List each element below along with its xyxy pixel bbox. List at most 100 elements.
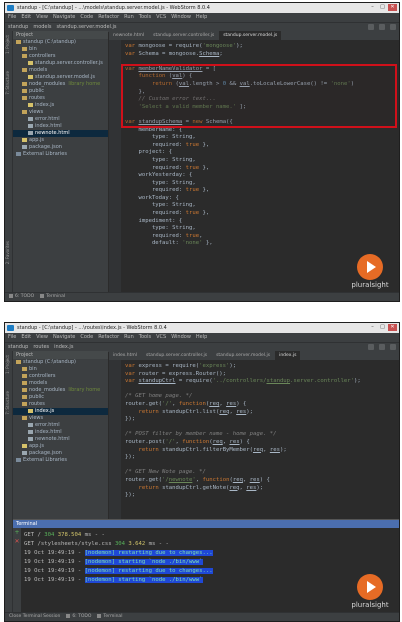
strip-structure[interactable]: 7: Structure <box>5 391 12 415</box>
tree-item[interactable]: index.js <box>13 408 108 415</box>
todo-icon <box>9 293 13 298</box>
tree-item[interactable]: views <box>13 415 108 422</box>
tree-item[interactable]: models <box>13 67 108 74</box>
strip-project[interactable]: 1: Project <box>5 355 12 374</box>
menu-tools[interactable]: Tools <box>139 13 151 22</box>
folder-icon <box>22 394 27 399</box>
strip-favorites[interactable]: 2: Favorites <box>5 241 12 264</box>
tree-item[interactable]: routes <box>13 95 108 102</box>
tree-item-label: index.js <box>35 408 55 414</box>
tree-item[interactable]: bin <box>13 46 108 53</box>
play-icon[interactable] <box>357 574 383 600</box>
menu-run[interactable]: Run <box>124 13 134 22</box>
menu-view[interactable]: View <box>36 333 48 342</box>
toolbar-settings-icon[interactable] <box>390 344 396 350</box>
maximize-icon[interactable]: □ <box>378 4 387 11</box>
tree-item[interactable]: routes <box>13 401 108 408</box>
toolbar-debug-icon[interactable] <box>379 24 385 30</box>
maximize-icon[interactable]: □ <box>378 324 387 331</box>
tree-item[interactable]: public <box>13 88 108 95</box>
tree-item[interactable]: index.html <box>13 429 108 436</box>
tree-item[interactable]: controllers <box>13 373 108 380</box>
tree-item[interactable]: standup.server.model.js <box>13 74 108 81</box>
watermark-text: pluralsight <box>351 601 389 609</box>
tree-item[interactable]: node_modules library home <box>13 81 108 88</box>
menu-code[interactable]: Code <box>80 333 93 342</box>
toolbar-debug-icon[interactable] <box>379 344 385 350</box>
menu-run[interactable]: Run <box>124 333 134 342</box>
project-panel-header[interactable]: Project <box>13 351 108 359</box>
tree-item[interactable]: newnote.html <box>13 436 108 443</box>
tab-index-js[interactable]: index.js <box>275 351 301 360</box>
tab-newnote-html[interactable]: newnote.html <box>109 31 149 40</box>
tree-item[interactable]: app.js <box>13 443 108 450</box>
menu-help[interactable]: Help <box>196 333 207 342</box>
menu-code[interactable]: Code <box>80 13 93 22</box>
toolbar-settings-icon[interactable] <box>390 24 396 30</box>
terminal-tab[interactable]: Terminal <box>97 613 122 621</box>
menu-vcs[interactable]: VCS <box>156 13 166 22</box>
code-editor[interactable]: index.html standup.server.controller.js … <box>109 351 399 519</box>
toolbar-run-icon[interactable] <box>368 344 374 350</box>
menu-refactor[interactable]: Refactor <box>98 333 119 342</box>
new-session-icon[interactable]: + <box>13 528 21 537</box>
tree-item[interactable]: error.html <box>13 422 108 429</box>
tab-controller-js[interactable]: standup.server.controller.js <box>149 31 219 40</box>
tree-item[interactable]: External Libraries <box>13 457 108 464</box>
tree-item[interactable]: index.html <box>13 123 108 130</box>
menu-help[interactable]: Help <box>196 13 207 22</box>
tree-item[interactable]: package.json <box>13 450 108 457</box>
menu-tools[interactable]: Tools <box>139 333 151 342</box>
tree-item[interactable]: package.json <box>13 144 108 151</box>
menu-window[interactable]: Window <box>171 13 191 22</box>
watermark-text: pluralsight <box>351 281 389 289</box>
tree-item[interactable]: views <box>13 109 108 116</box>
menu-edit[interactable]: Edit <box>21 13 31 22</box>
tree-item[interactable]: newnote.html <box>13 130 108 137</box>
minimize-icon[interactable]: – <box>368 4 377 11</box>
menu-file[interactable]: File <box>8 13 16 22</box>
close-icon[interactable]: ✕ <box>388 324 397 331</box>
strip-project[interactable]: 1: Project <box>5 35 12 54</box>
tree-item[interactable]: controllers <box>13 53 108 60</box>
tree-item[interactable]: bin <box>13 366 108 373</box>
play-icon[interactable] <box>357 254 383 280</box>
tree-item-label: index.js <box>35 102 55 108</box>
todo-tab[interactable]: 6: TODO <box>66 613 91 621</box>
menu-view[interactable]: View <box>36 13 48 22</box>
close-icon[interactable]: ✕ <box>388 4 397 11</box>
menu-navigate[interactable]: Navigate <box>53 13 75 22</box>
tree-item[interactable]: models <box>13 380 108 387</box>
menu-window[interactable]: Window <box>171 333 191 342</box>
minimize-icon[interactable]: – <box>368 324 377 331</box>
tree-item[interactable]: standup (C:\standup) <box>13 39 108 46</box>
toolbar-run-icon[interactable] <box>368 24 374 30</box>
tab-controller-js[interactable]: standup.server.controller.js <box>142 351 212 360</box>
window-title: standup - [C:\standup] - ...\routes\inde… <box>17 325 167 331</box>
project-panel-header[interactable]: Project <box>13 31 108 39</box>
tree-item[interactable]: error.html <box>13 116 108 123</box>
tree-item[interactable]: public <box>13 394 108 401</box>
terminal-tab[interactable]: Terminal <box>40 293 65 301</box>
tab-model-js[interactable]: standup.server.model.js <box>212 351 275 360</box>
tree-item[interactable]: index.js <box>13 102 108 109</box>
tree-item[interactable]: app.js <box>13 137 108 144</box>
tab-index-html[interactable]: index.html <box>109 351 141 360</box>
tree-item[interactable]: standup.server.controller.js <box>13 60 108 67</box>
menu-file[interactable]: File <box>8 333 16 342</box>
folder-icon <box>22 415 27 420</box>
strip-structure[interactable]: 7: Structure <box>5 71 12 95</box>
file-icon <box>28 74 33 79</box>
tree-item[interactable]: standup (C:\standup) <box>13 359 108 366</box>
left-tool-strip: 1: Project 7: Structure <box>5 351 13 613</box>
menu-edit[interactable]: Edit <box>21 333 31 342</box>
menu-vcs[interactable]: VCS <box>156 333 166 342</box>
todo-tab[interactable]: 6: TODO <box>9 293 34 301</box>
terminal-header[interactable]: Terminal <box>13 520 399 528</box>
menu-refactor[interactable]: Refactor <box>98 13 119 22</box>
tab-model-js[interactable]: standup.server.model.js <box>219 31 282 40</box>
close-session-icon[interactable]: ✕ <box>13 537 21 546</box>
tree-item[interactable]: External Libraries <box>13 151 108 158</box>
tree-item[interactable]: node_modules library home <box>13 387 108 394</box>
menu-navigate[interactable]: Navigate <box>53 333 75 342</box>
